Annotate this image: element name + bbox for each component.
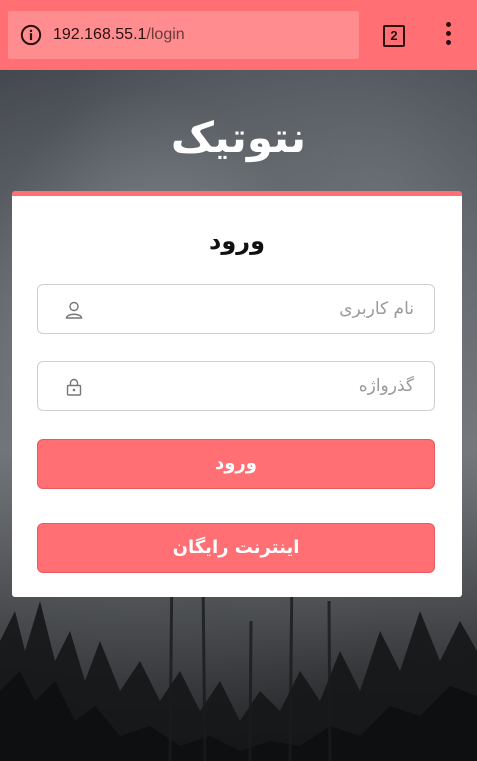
url-path: /login: [146, 26, 185, 43]
username-field[interactable]: [37, 284, 435, 334]
brand-title: نتوتیک: [170, 113, 307, 162]
tab-switcher-button[interactable]: 2: [383, 25, 405, 47]
more-vertical-icon[interactable]: [440, 22, 456, 50]
password-input[interactable]: [88, 362, 414, 410]
url-host: 192.168.55.1: [53, 26, 147, 43]
lock-icon: [66, 378, 82, 396]
login-card: ورود ورود اینترنت رایگان: [12, 191, 462, 597]
info-icon[interactable]: [20, 24, 42, 46]
address-bar[interactable]: 192.168.55.1/login: [8, 11, 359, 59]
login-button[interactable]: ورود: [37, 439, 435, 489]
url-text[interactable]: 192.168.55.1/login: [53, 25, 185, 45]
browser-toolbar: 192.168.55.1/login 2: [0, 0, 477, 70]
free-internet-button[interactable]: اینترنت رایگان: [37, 523, 435, 573]
password-field[interactable]: [37, 361, 435, 411]
login-title: ورود: [209, 227, 265, 255]
user-icon: [65, 301, 83, 319]
username-input[interactable]: [88, 285, 414, 333]
